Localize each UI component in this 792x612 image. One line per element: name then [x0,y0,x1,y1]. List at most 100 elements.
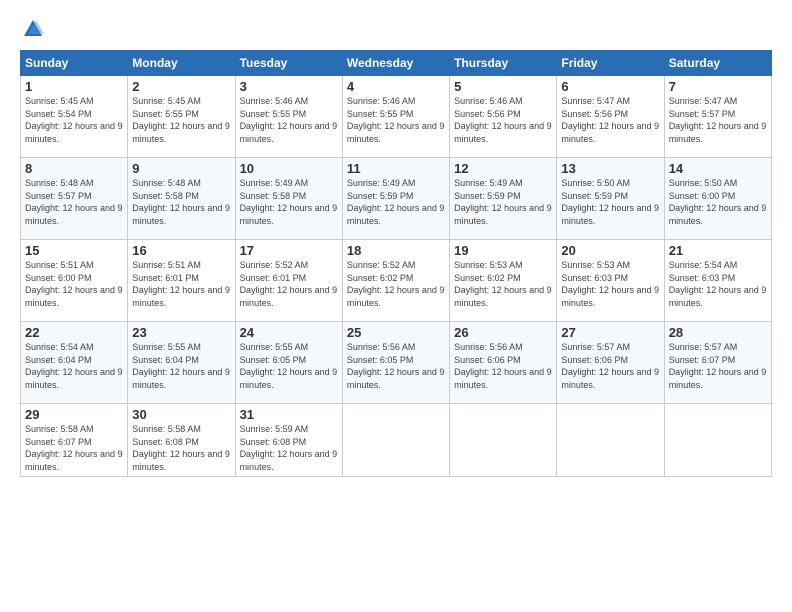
day-detail: Sunrise: 5:57 AMSunset: 6:07 PMDaylight:… [669,342,767,390]
calendar-cell: 20 Sunrise: 5:53 AMSunset: 6:03 PMDaylig… [557,240,664,322]
day-detail: Sunrise: 5:54 AMSunset: 6:03 PMDaylight:… [669,260,767,308]
day-number: 11 [347,161,445,176]
day-detail: Sunrise: 5:45 AMSunset: 5:55 PMDaylight:… [132,96,230,144]
week-row-3: 15 Sunrise: 5:51 AMSunset: 6:00 PMDaylig… [21,240,772,322]
day-header-wednesday: Wednesday [342,51,449,76]
day-number: 14 [669,161,767,176]
day-number: 2 [132,79,230,94]
calendar-cell [342,404,449,477]
calendar-cell: 5 Sunrise: 5:46 AMSunset: 5:56 PMDayligh… [450,76,557,158]
day-number: 1 [25,79,123,94]
calendar-header-row: SundayMondayTuesdayWednesdayThursdayFrid… [21,51,772,76]
calendar-cell [664,404,771,477]
day-number: 29 [25,407,123,422]
day-number: 6 [561,79,659,94]
day-detail: Sunrise: 5:49 AMSunset: 5:59 PMDaylight:… [454,178,552,226]
day-detail: Sunrise: 5:56 AMSunset: 6:05 PMDaylight:… [347,342,445,390]
day-header-thursday: Thursday [450,51,557,76]
calendar-cell: 25 Sunrise: 5:56 AMSunset: 6:05 PMDaylig… [342,322,449,404]
calendar-cell: 1 Sunrise: 5:45 AMSunset: 5:54 PMDayligh… [21,76,128,158]
calendar-cell: 12 Sunrise: 5:49 AMSunset: 5:59 PMDaylig… [450,158,557,240]
day-detail: Sunrise: 5:47 AMSunset: 5:57 PMDaylight:… [669,96,767,144]
calendar-cell: 27 Sunrise: 5:57 AMSunset: 6:06 PMDaylig… [557,322,664,404]
day-number: 5 [454,79,552,94]
day-number: 24 [240,325,338,340]
day-number: 18 [347,243,445,258]
calendar-cell: 23 Sunrise: 5:55 AMSunset: 6:04 PMDaylig… [128,322,235,404]
day-header-sunday: Sunday [21,51,128,76]
day-detail: Sunrise: 5:51 AMSunset: 6:00 PMDaylight:… [25,260,123,308]
calendar-cell: 7 Sunrise: 5:47 AMSunset: 5:57 PMDayligh… [664,76,771,158]
day-number: 30 [132,407,230,422]
calendar-cell: 9 Sunrise: 5:48 AMSunset: 5:58 PMDayligh… [128,158,235,240]
calendar-cell: 21 Sunrise: 5:54 AMSunset: 6:03 PMDaylig… [664,240,771,322]
calendar-cell: 6 Sunrise: 5:47 AMSunset: 5:56 PMDayligh… [557,76,664,158]
day-detail: Sunrise: 5:51 AMSunset: 6:01 PMDaylight:… [132,260,230,308]
day-detail: Sunrise: 5:56 AMSunset: 6:06 PMDaylight:… [454,342,552,390]
day-number: 21 [669,243,767,258]
day-detail: Sunrise: 5:46 AMSunset: 5:56 PMDaylight:… [454,96,552,144]
day-number: 8 [25,161,123,176]
day-detail: Sunrise: 5:49 AMSunset: 5:58 PMDaylight:… [240,178,338,226]
day-number: 19 [454,243,552,258]
day-number: 9 [132,161,230,176]
day-detail: Sunrise: 5:53 AMSunset: 6:02 PMDaylight:… [454,260,552,308]
calendar-cell: 10 Sunrise: 5:49 AMSunset: 5:58 PMDaylig… [235,158,342,240]
day-number: 25 [347,325,445,340]
calendar-cell: 15 Sunrise: 5:51 AMSunset: 6:00 PMDaylig… [21,240,128,322]
calendar-cell: 22 Sunrise: 5:54 AMSunset: 6:04 PMDaylig… [21,322,128,404]
day-number: 28 [669,325,767,340]
calendar-cell: 2 Sunrise: 5:45 AMSunset: 5:55 PMDayligh… [128,76,235,158]
day-detail: Sunrise: 5:48 AMSunset: 5:57 PMDaylight:… [25,178,123,226]
calendar-table: SundayMondayTuesdayWednesdayThursdayFrid… [20,50,772,477]
day-detail: Sunrise: 5:58 AMSunset: 6:08 PMDaylight:… [132,424,230,472]
day-detail: Sunrise: 5:50 AMSunset: 5:59 PMDaylight:… [561,178,659,226]
day-number: 17 [240,243,338,258]
calendar-cell: 29 Sunrise: 5:58 AMSunset: 6:07 PMDaylig… [21,404,128,477]
week-row-5: 29 Sunrise: 5:58 AMSunset: 6:07 PMDaylig… [21,404,772,477]
day-number: 20 [561,243,659,258]
day-number: 26 [454,325,552,340]
day-detail: Sunrise: 5:47 AMSunset: 5:56 PMDaylight:… [561,96,659,144]
day-header-tuesday: Tuesday [235,51,342,76]
calendar-cell: 17 Sunrise: 5:52 AMSunset: 6:01 PMDaylig… [235,240,342,322]
calendar-cell: 18 Sunrise: 5:52 AMSunset: 6:02 PMDaylig… [342,240,449,322]
day-number: 31 [240,407,338,422]
week-row-4: 22 Sunrise: 5:54 AMSunset: 6:04 PMDaylig… [21,322,772,404]
day-detail: Sunrise: 5:52 AMSunset: 6:02 PMDaylight:… [347,260,445,308]
day-number: 22 [25,325,123,340]
day-number: 10 [240,161,338,176]
day-detail: Sunrise: 5:46 AMSunset: 5:55 PMDaylight:… [240,96,338,144]
calendar-cell: 8 Sunrise: 5:48 AMSunset: 5:57 PMDayligh… [21,158,128,240]
day-header-saturday: Saturday [664,51,771,76]
header [20,18,772,40]
calendar-cell: 13 Sunrise: 5:50 AMSunset: 5:59 PMDaylig… [557,158,664,240]
day-number: 12 [454,161,552,176]
logo-icon [22,18,44,40]
day-detail: Sunrise: 5:48 AMSunset: 5:58 PMDaylight:… [132,178,230,226]
calendar-cell: 16 Sunrise: 5:51 AMSunset: 6:01 PMDaylig… [128,240,235,322]
day-detail: Sunrise: 5:50 AMSunset: 6:00 PMDaylight:… [669,178,767,226]
day-number: 27 [561,325,659,340]
calendar-cell: 30 Sunrise: 5:58 AMSunset: 6:08 PMDaylig… [128,404,235,477]
calendar-cell: 19 Sunrise: 5:53 AMSunset: 6:02 PMDaylig… [450,240,557,322]
day-number: 13 [561,161,659,176]
day-detail: Sunrise: 5:45 AMSunset: 5:54 PMDaylight:… [25,96,123,144]
calendar-cell: 24 Sunrise: 5:55 AMSunset: 6:05 PMDaylig… [235,322,342,404]
day-detail: Sunrise: 5:52 AMSunset: 6:01 PMDaylight:… [240,260,338,308]
calendar-cell: 4 Sunrise: 5:46 AMSunset: 5:55 PMDayligh… [342,76,449,158]
day-detail: Sunrise: 5:58 AMSunset: 6:07 PMDaylight:… [25,424,123,472]
day-detail: Sunrise: 5:59 AMSunset: 6:08 PMDaylight:… [240,424,338,472]
page: SundayMondayTuesdayWednesdayThursdayFrid… [0,0,792,612]
week-row-1: 1 Sunrise: 5:45 AMSunset: 5:54 PMDayligh… [21,76,772,158]
week-row-2: 8 Sunrise: 5:48 AMSunset: 5:57 PMDayligh… [21,158,772,240]
day-detail: Sunrise: 5:55 AMSunset: 6:04 PMDaylight:… [132,342,230,390]
calendar-cell: 11 Sunrise: 5:49 AMSunset: 5:59 PMDaylig… [342,158,449,240]
day-detail: Sunrise: 5:54 AMSunset: 6:04 PMDaylight:… [25,342,123,390]
calendar-cell: 26 Sunrise: 5:56 AMSunset: 6:06 PMDaylig… [450,322,557,404]
day-number: 16 [132,243,230,258]
day-number: 3 [240,79,338,94]
calendar-cell [557,404,664,477]
day-number: 23 [132,325,230,340]
day-detail: Sunrise: 5:46 AMSunset: 5:55 PMDaylight:… [347,96,445,144]
